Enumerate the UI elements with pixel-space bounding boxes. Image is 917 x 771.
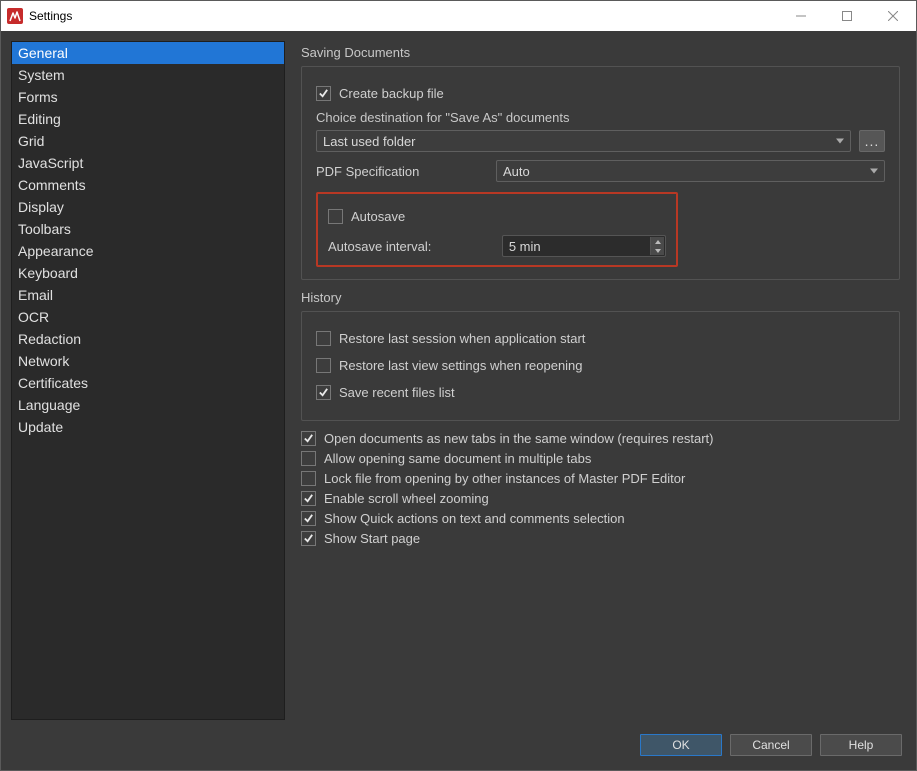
option-checkbox-1[interactable]: [301, 451, 316, 466]
save-as-destination-combo[interactable]: Last used folder: [316, 130, 851, 152]
autosave-interval-label: Autosave interval:: [328, 239, 492, 254]
option-checkbox-4[interactable]: [301, 511, 316, 526]
sidebar-item-display[interactable]: Display: [12, 196, 284, 218]
sidebar-item-ocr[interactable]: OCR: [12, 306, 284, 328]
autosave-highlight: Autosave Autosave interval: 5 min: [316, 192, 678, 267]
sidebar-item-javascript[interactable]: JavaScript: [12, 152, 284, 174]
settings-content: Saving Documents Create backup file Choi…: [295, 41, 906, 720]
option-row: Lock file from opening by other instance…: [301, 471, 900, 486]
restore-view-checkbox[interactable]: [316, 358, 331, 373]
sidebar-item-keyboard[interactable]: Keyboard: [12, 262, 284, 284]
create-backup-checkbox[interactable]: [316, 86, 331, 101]
sidebar-item-network[interactable]: Network: [12, 350, 284, 372]
autosave-label: Autosave: [351, 209, 405, 224]
pdf-spec-label: PDF Specification: [316, 164, 486, 179]
pdf-spec-combo[interactable]: Auto: [496, 160, 885, 182]
option-checkbox-5[interactable]: [301, 531, 316, 546]
app-icon: [7, 8, 23, 24]
option-label-2: Lock file from opening by other instance…: [324, 471, 685, 486]
ok-button[interactable]: OK: [640, 734, 722, 756]
sidebar-item-forms[interactable]: Forms: [12, 86, 284, 108]
option-checkbox-0[interactable]: [301, 431, 316, 446]
browse-folder-button[interactable]: ...: [859, 130, 885, 152]
pdf-spec-value: Auto: [503, 164, 530, 179]
section-title-history: History: [301, 290, 900, 305]
option-label-5: Show Start page: [324, 531, 420, 546]
save-recent-checkbox[interactable]: [316, 385, 331, 400]
help-button[interactable]: Help: [820, 734, 902, 756]
option-label-4: Show Quick actions on text and comments …: [324, 511, 625, 526]
sidebar-item-general[interactable]: General: [12, 42, 284, 64]
sidebar-item-system[interactable]: System: [12, 64, 284, 86]
autosave-interval-spinner[interactable]: 5 min: [502, 235, 666, 257]
option-row: Show Quick actions on text and comments …: [301, 511, 900, 526]
close-button[interactable]: [870, 1, 916, 31]
sidebar-item-certificates[interactable]: Certificates: [12, 372, 284, 394]
dialog-footer: OK Cancel Help: [1, 724, 916, 770]
saving-documents-group: Create backup file Choice destination fo…: [301, 66, 900, 280]
sidebar-item-redaction[interactable]: Redaction: [12, 328, 284, 350]
option-row: Enable scroll wheel zooming: [301, 491, 900, 506]
autosave-interval-value: 5 min: [509, 239, 541, 254]
option-label-3: Enable scroll wheel zooming: [324, 491, 489, 506]
sidebar-item-update[interactable]: Update: [12, 416, 284, 438]
restore-session-checkbox[interactable]: [316, 331, 331, 346]
settings-sidebar: GeneralSystemFormsEditingGridJavaScriptC…: [11, 41, 285, 720]
chevron-down-icon: [836, 139, 844, 144]
sidebar-item-grid[interactable]: Grid: [12, 130, 284, 152]
spinner-arrows[interactable]: [650, 237, 664, 255]
create-backup-label: Create backup file: [339, 86, 444, 101]
section-title-saving: Saving Documents: [301, 45, 900, 60]
titlebar: Settings: [1, 1, 916, 31]
sidebar-item-email[interactable]: Email: [12, 284, 284, 306]
save-recent-label: Save recent files list: [339, 385, 455, 400]
sidebar-item-comments[interactable]: Comments: [12, 174, 284, 196]
option-label-1: Allow opening same document in multiple …: [324, 451, 591, 466]
sidebar-item-editing[interactable]: Editing: [12, 108, 284, 130]
autosave-checkbox[interactable]: [328, 209, 343, 224]
option-row: Open documents as new tabs in the same w…: [301, 431, 900, 446]
sidebar-item-appearance[interactable]: Appearance: [12, 240, 284, 262]
cancel-button[interactable]: Cancel: [730, 734, 812, 756]
option-checkbox-2[interactable]: [301, 471, 316, 486]
option-label-0: Open documents as new tabs in the same w…: [324, 431, 713, 446]
save-as-destination-value: Last used folder: [323, 134, 416, 149]
minimize-button[interactable]: [778, 1, 824, 31]
option-row: Show Start page: [301, 531, 900, 546]
restore-view-label: Restore last view settings when reopenin…: [339, 358, 583, 373]
option-row: Allow opening same document in multiple …: [301, 451, 900, 466]
choice-destination-caption: Choice destination for "Save As" documen…: [316, 110, 885, 125]
restore-session-label: Restore last session when application st…: [339, 331, 585, 346]
chevron-down-icon: [870, 169, 878, 174]
option-checkbox-3[interactable]: [301, 491, 316, 506]
history-group: Restore last session when application st…: [301, 311, 900, 421]
sidebar-item-language[interactable]: Language: [12, 394, 284, 416]
sidebar-item-toolbars[interactable]: Toolbars: [12, 218, 284, 240]
maximize-button[interactable]: [824, 1, 870, 31]
window-title: Settings: [29, 9, 72, 23]
